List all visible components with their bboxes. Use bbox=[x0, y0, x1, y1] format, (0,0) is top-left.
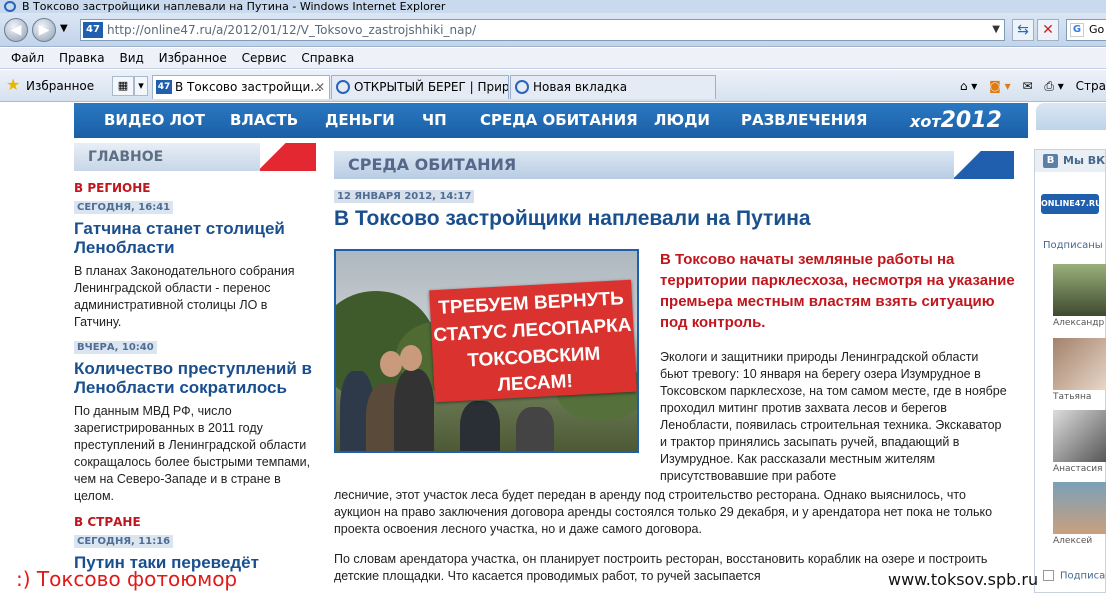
vk-user[interactable]: Александр bbox=[1053, 264, 1106, 328]
vk-subscribers-label: Подписаны bbox=[1043, 240, 1103, 251]
command-bar: ⌂ ▾ ◙ ▾ ✉ ⎙ ▾ Стра bbox=[952, 76, 1106, 96]
news-date: СЕГОДНЯ, 16:41 bbox=[74, 201, 174, 214]
page-icon bbox=[515, 80, 529, 94]
article-date: 12 ЯНВАРЯ 2012, 14:17 bbox=[334, 190, 475, 203]
stop-icon[interactable]: ✕ bbox=[1037, 19, 1059, 41]
article-lead: В Токсово начаты земляные работы на терр… bbox=[660, 251, 1015, 331]
vk-icon: B bbox=[1043, 154, 1058, 168]
section-title-main: ГЛАВНОЕ bbox=[74, 143, 316, 171]
home-icon[interactable]: ⌂ ▾ bbox=[960, 79, 977, 93]
mail-icon[interactable]: ✉ bbox=[1022, 79, 1032, 93]
news-summary: В планах Законодательного собрания Ленин… bbox=[74, 264, 295, 329]
menu-tools[interactable]: Сервис bbox=[242, 48, 287, 69]
nav-chp[interactable]: ЧП bbox=[422, 103, 447, 138]
web-page: ВИДЕО ЛОТ ВЛАСТЬ ДЕНЬГИ ЧП СРЕДА ОБИТАНИ… bbox=[0, 103, 1106, 593]
article: СРЕДА ОБИТАНИЯ 12 ЯНВАРЯ 2012, 14:17 В Т… bbox=[334, 151, 1015, 583]
feeds-icon[interactable]: ◙ ▾ bbox=[989, 79, 1010, 93]
menu-favorites[interactable]: Избранное bbox=[159, 48, 227, 69]
google-icon: G bbox=[1070, 23, 1084, 37]
tab-toksovo[interactable]: 47 В Токсово застройщи... ✕ bbox=[152, 75, 330, 99]
news-summary: По данным МВД РФ, число зарегистрированн… bbox=[74, 404, 311, 503]
close-tab-icon[interactable]: ✕ bbox=[315, 76, 325, 98]
nav-razvlecheniya[interactable]: РАЗВЛЕЧЕНИЯ bbox=[741, 103, 867, 138]
section-accent bbox=[260, 143, 316, 171]
tab-list-dropdown-icon[interactable]: ▾ bbox=[134, 76, 148, 96]
avatar bbox=[1053, 482, 1106, 534]
menu-help[interactable]: Справка bbox=[301, 48, 354, 69]
menu-view[interactable]: Вид bbox=[119, 48, 143, 69]
forward-icon[interactable]: ▶ bbox=[32, 18, 56, 42]
subscribe-checkbox[interactable] bbox=[1043, 570, 1054, 581]
favorites-label: Избранное bbox=[26, 79, 95, 93]
tab-label: В Токсово застройщи... bbox=[175, 80, 322, 94]
window-title: В Токсово застройщики наплевали на Путин… bbox=[22, 0, 446, 13]
news-headline[interactable]: Гатчина станет столицей Ленобласти bbox=[74, 219, 316, 257]
joke-caption: :) Токсово фотоюмор bbox=[16, 567, 238, 591]
refresh-icon[interactable]: ⇆ bbox=[1012, 19, 1034, 41]
address-toolbar: ◀ ▶ ▼ 47 http://online47.ru/a/2012/01/12… bbox=[0, 13, 1106, 47]
vk-subscribe-footer[interactable]: Подписа bbox=[1043, 570, 1105, 582]
tab-otkrytyj-bereg[interactable]: ОТКРЫТЫЙ БЕРЕГ | Прир... bbox=[331, 75, 509, 99]
nav-right-tab bbox=[1036, 103, 1106, 130]
vk-widget: B Мы ВКо ONLINE47.RU Подписаны Александр… bbox=[1034, 149, 1106, 593]
address-dropdown-icon[interactable]: ▼ bbox=[992, 20, 1000, 40]
vk-user[interactable]: Татьяна bbox=[1053, 338, 1106, 402]
page-icon bbox=[336, 80, 350, 94]
article-paragraph: Экологи и защитники природы Ленинградско… bbox=[660, 350, 1007, 483]
search-engine-label: Go bbox=[1089, 23, 1105, 36]
vk-user[interactable]: Алексей bbox=[1053, 482, 1106, 546]
back-icon[interactable]: ◀ bbox=[4, 18, 28, 42]
tab-new[interactable]: Новая вкладка bbox=[510, 75, 716, 99]
nav-lyudi[interactable]: ЛЮДИ bbox=[654, 103, 710, 138]
article-photo: ТРЕБУЕМ ВЕРНУТЬ СТАТУС ЛЕСОПАРКА ТОКСОВС… bbox=[334, 249, 639, 453]
hot2012-logo[interactable]: хот2012 bbox=[910, 103, 1002, 139]
quick-tabs-icon[interactable]: ▦ bbox=[112, 76, 134, 96]
article-title: В Токсово застройщики наплевали на Путин… bbox=[334, 207, 811, 230]
favorites-button[interactable]: ★ Избранное bbox=[6, 75, 95, 95]
category-region[interactable]: В РЕГИОНЕ bbox=[74, 181, 316, 195]
search-box[interactable]: G Go bbox=[1066, 19, 1106, 41]
site-favicon: 47 bbox=[156, 80, 172, 94]
tab-label: Новая вкладка bbox=[533, 80, 628, 94]
watermark-site: www.toksov.spb.ru bbox=[888, 570, 1039, 589]
vk-user[interactable]: Анастасия bbox=[1053, 410, 1106, 474]
window-title-bar: В Токсово застройщики наплевали на Путин… bbox=[0, 0, 1106, 13]
nav-dengi[interactable]: ДЕНЬГИ bbox=[325, 103, 395, 138]
nav-video-lot[interactable]: ВИДЕО ЛОТ bbox=[104, 103, 205, 138]
article-paragraph: лесничие, этот участок леса будет переда… bbox=[334, 488, 993, 536]
address-bar[interactable]: 47 http://online47.ru/a/2012/01/12/V_Tok… bbox=[80, 19, 1005, 41]
site-nav: ВИДЕО ЛОТ ВЛАСТЬ ДЕНЬГИ ЧП СРЕДА ОБИТАНИ… bbox=[74, 103, 1028, 138]
protest-banner: ТРЕБУЕМ ВЕРНУТЬ СТАТУС ЛЕСОПАРКА ТОКСОВС… bbox=[429, 279, 637, 403]
history-dropdown-icon[interactable]: ▼ bbox=[60, 23, 68, 34]
star-icon: ★ bbox=[6, 75, 21, 94]
tab-bar: ★ Избранное ▦ ▾ 47 В Токсово застройщи..… bbox=[0, 70, 1106, 102]
nav-vlast[interactable]: ВЛАСТЬ bbox=[230, 103, 298, 138]
news-date: ВЧЕРА, 10:40 bbox=[74, 341, 157, 354]
news-headline[interactable]: Количество преступлений в Ленобласти сок… bbox=[74, 359, 316, 397]
address-text: http://online47.ru/a/2012/01/12/V_Toksov… bbox=[107, 23, 477, 37]
menu-file[interactable]: Файл bbox=[11, 48, 44, 69]
news-date: СЕГОДНЯ, 11:16 bbox=[74, 535, 174, 548]
avatar bbox=[1053, 338, 1106, 390]
tab-label: ОТКРЫТЫЙ БЕРЕГ | Прир... bbox=[354, 80, 509, 94]
menu-bar: Файл Правка Вид Избранное Сервис Справка bbox=[0, 48, 1106, 69]
section-accent bbox=[954, 151, 1014, 179]
vk-widget-header: B Мы ВКо bbox=[1035, 150, 1105, 172]
menu-edit[interactable]: Правка bbox=[59, 48, 105, 69]
site-favicon: 47 bbox=[83, 22, 103, 38]
internet-explorer-icon bbox=[4, 1, 16, 12]
nav-sreda[interactable]: СРЕДА ОБИТАНИЯ bbox=[480, 103, 638, 138]
print-icon[interactable]: ⎙ ▾ bbox=[1044, 79, 1063, 93]
vk-group-logo[interactable]: ONLINE47.RU bbox=[1041, 194, 1102, 214]
section-title-sreda: СРЕДА ОБИТАНИЯ bbox=[334, 151, 1014, 179]
category-country[interactable]: В СТРАНЕ bbox=[74, 515, 316, 529]
page-menu[interactable]: Стра bbox=[1076, 79, 1106, 93]
avatar bbox=[1053, 264, 1106, 316]
avatar bbox=[1053, 410, 1106, 462]
main-news-sidebar: ГЛАВНОЕ В РЕГИОНЕ СЕГОДНЯ, 16:41 Гатчина… bbox=[74, 143, 316, 572]
